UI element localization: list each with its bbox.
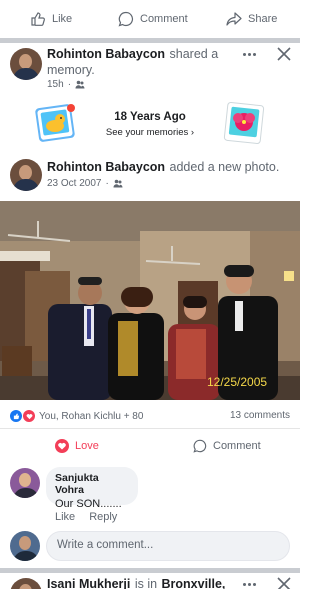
comment-bubble-icon (193, 439, 207, 453)
reactions-summary[interactable]: You, Rohan Kichlu + 80 (10, 410, 143, 422)
post-divider (0, 38, 300, 43)
thumbs-up-icon (31, 12, 45, 26)
comment-actions: Like Reply (55, 511, 117, 523)
post-meta: 23 Oct 2007 · (47, 178, 123, 189)
love-button[interactable]: Love (55, 439, 99, 453)
author-name[interactable]: Rohinton Babaycon (47, 160, 165, 174)
family-photo-illustration: 12/25/2005 (0, 201, 300, 400)
author-avatar[interactable] (10, 578, 42, 589)
post-time: 15h (47, 79, 64, 90)
reaction-action-row: Love Comment (0, 428, 300, 462)
post-photo[interactable]: 12/25/2005 (0, 201, 300, 400)
write-comment-input[interactable]: Write a comment... (46, 531, 290, 561)
reaction-names: You, Rohan Kichlu + 80 (39, 410, 144, 422)
comment-like-link[interactable]: Like (55, 511, 75, 523)
comment-bubble: Sanjukta Vohra Our SON....... (46, 467, 138, 510)
author-avatar[interactable] (10, 159, 42, 191)
place-name[interactable]: Bronxville, (162, 577, 226, 589)
photo-date-stamp: 12/25/2005 (207, 375, 267, 389)
share-button[interactable]: Share (226, 11, 277, 27)
heart-icon (55, 439, 69, 453)
comment-button[interactable]: Comment (193, 439, 261, 453)
more-options-icon[interactable] (243, 583, 256, 586)
like-button[interactable]: Like (30, 11, 72, 27)
comment-reply-link[interactable]: Reply (89, 511, 117, 523)
post-divider (0, 568, 300, 573)
like-label: Like (52, 13, 73, 25)
author-avatar[interactable] (10, 48, 42, 80)
commenter-avatar[interactable] (10, 468, 40, 498)
dot-separator: · (67, 79, 72, 90)
post-action-bar: Like Comment Share (0, 0, 300, 38)
friends-audience-icon (75, 80, 85, 89)
comment-button[interactable]: Comment (118, 11, 188, 27)
comments-count[interactable]: 13 comments (230, 410, 290, 421)
next-post-header: Isani Mukherji is in Bronxville, (47, 576, 247, 589)
more-options-icon[interactable] (243, 53, 256, 56)
love-label: Love (75, 440, 99, 452)
chevron-right-icon: › (190, 127, 195, 138)
post-action-text: is in (134, 577, 158, 589)
like-reaction-icon (10, 410, 22, 422)
share-label: Share (248, 13, 278, 25)
love-reaction-icon (23, 410, 35, 422)
memory-post-header: Rohinton Babaycon shared a memory. (47, 46, 237, 78)
share-arrow-icon (226, 12, 242, 26)
friends-audience-icon (113, 179, 123, 188)
current-user-avatar (10, 531, 40, 561)
comment-text: Our SON....... (55, 498, 122, 510)
author-name[interactable]: Rohinton Babaycon (47, 47, 165, 61)
comment-label: Comment (140, 13, 188, 25)
memory-card[interactable]: 18 Years Ago See your memories › (0, 96, 300, 152)
photo-post-header: Rohinton Babaycon added a new photo. (47, 159, 287, 175)
memory-flower-sticker-icon (223, 102, 265, 144)
commenter-name[interactable]: Sanjukta Vohra (55, 472, 129, 496)
comment-label: Comment (213, 440, 261, 452)
close-icon[interactable] (277, 47, 291, 61)
author-name[interactable]: Isani Mukherji (47, 577, 130, 589)
post-action-text: added a new photo. (169, 160, 280, 174)
close-icon[interactable] (277, 577, 291, 589)
post-date: 23 Oct 2007 (47, 178, 102, 189)
post-meta: 15h · (47, 79, 85, 90)
comment-bubble-icon (118, 11, 134, 27)
dot-separator: · (105, 178, 109, 189)
see-memories-label: See your memories (105, 127, 189, 138)
